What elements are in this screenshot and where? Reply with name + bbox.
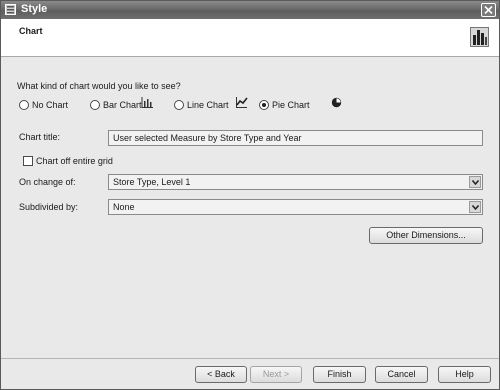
dropdown-button[interactable] [469, 176, 481, 188]
chevron-down-icon [472, 205, 479, 210]
on-change-of-value: Store Type, Level 1 [113, 177, 191, 187]
footer-divider [1, 358, 499, 359]
radio-button[interactable] [19, 100, 29, 110]
radio-label: Bar Chart [103, 100, 142, 110]
chart-type-options: No Chart Bar Chart Line Chart Pie Chart [1, 98, 499, 112]
title-bar[interactable]: Style [1, 1, 499, 19]
app-icon [5, 4, 16, 15]
pie-chart-icon [331, 97, 342, 108]
radio-pie-chart[interactable]: Pie Chart [259, 98, 310, 112]
next-button: Next > [250, 366, 302, 383]
dropdown-button[interactable] [469, 201, 481, 213]
chart-off-grid-checkbox[interactable] [23, 156, 33, 166]
close-button[interactable] [481, 3, 496, 17]
radio-button[interactable] [174, 100, 184, 110]
back-button[interactable]: < Back [195, 366, 247, 383]
page-heading: Chart [19, 26, 43, 36]
radio-bar-chart[interactable]: Bar Chart [90, 98, 142, 112]
on-change-of-label: On change of: [19, 177, 76, 187]
radio-button[interactable] [90, 100, 100, 110]
chart-title-input[interactable]: User selected Measure by Store Type and … [108, 130, 483, 146]
chart-off-grid-option[interactable]: Chart off entire grid [23, 156, 113, 166]
chart-type-question: What kind of chart would you like to see… [17, 81, 181, 91]
style-dialog: Style Chart What kind of chart would you… [0, 0, 500, 390]
line-chart-icon [236, 97, 248, 108]
other-dimensions-button[interactable]: Other Dimensions... [369, 227, 483, 244]
window-title: Style [21, 3, 48, 15]
checkbox-label: Chart off entire grid [36, 156, 113, 166]
subdivided-by-label: Subdivided by: [19, 202, 79, 212]
chart-title-label: Chart title: [19, 132, 61, 142]
chart-wizard-icon [470, 27, 489, 47]
radio-label: No Chart [32, 100, 69, 110]
cancel-button[interactable]: Cancel [375, 366, 428, 383]
bar-chart-icon [141, 97, 153, 108]
radio-label: Line Chart [187, 100, 229, 110]
radio-line-chart[interactable]: Line Chart [174, 98, 229, 112]
dialog-header: Chart [1, 19, 499, 57]
on-change-of-dropdown[interactable]: Store Type, Level 1 [108, 174, 483, 190]
finish-button[interactable]: Finish [313, 366, 366, 383]
subdivided-by-dropdown[interactable]: None [108, 199, 483, 215]
chevron-down-icon [472, 180, 479, 185]
radio-button-selected[interactable] [259, 100, 269, 110]
close-icon [484, 6, 493, 14]
radio-label: Pie Chart [272, 100, 310, 110]
radio-no-chart[interactable]: No Chart [19, 98, 68, 112]
help-button[interactable]: Help [438, 366, 491, 383]
subdivided-by-value: None [113, 202, 135, 212]
